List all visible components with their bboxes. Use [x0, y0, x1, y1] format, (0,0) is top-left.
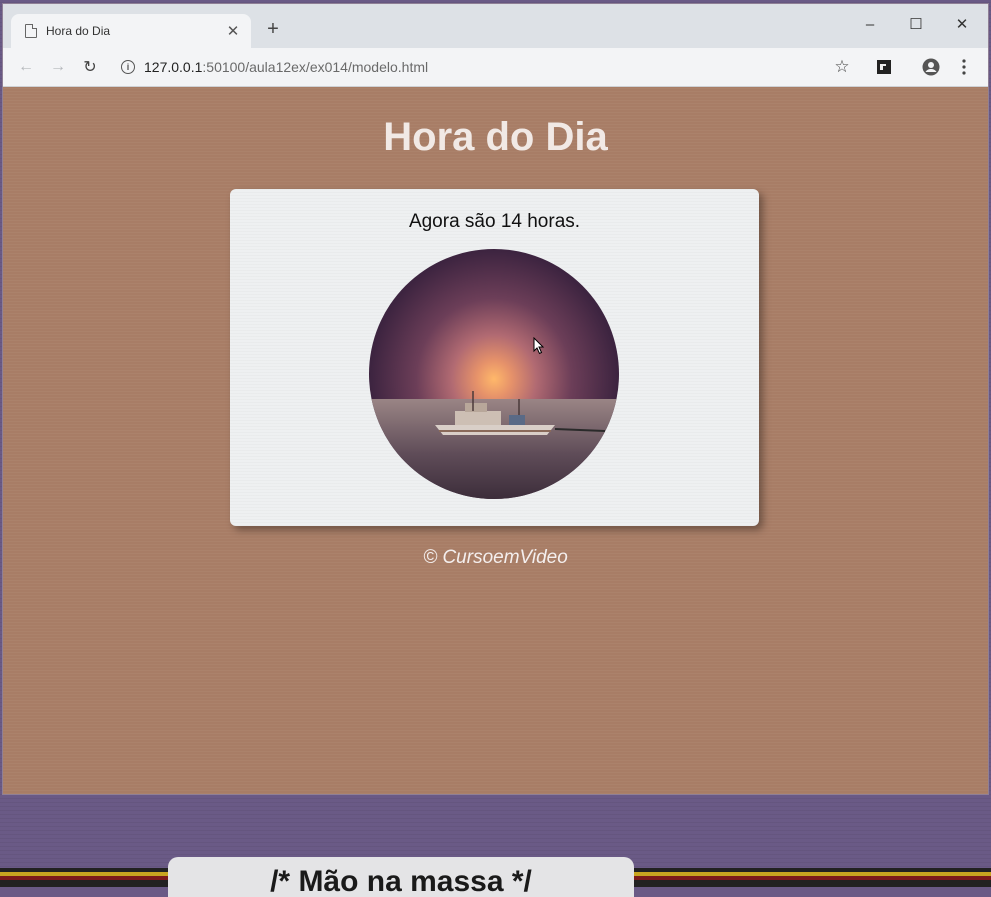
maximize-button[interactable]: ☐ — [899, 10, 933, 38]
tab-close-icon[interactable]: ✕ — [225, 22, 241, 40]
copyright-footer: © CursoemVideo — [423, 547, 568, 568]
tab-title: Hora do Dia — [46, 24, 111, 38]
title-bar: Hora do Dia ✕ + – ☐ ✕ — [3, 4, 988, 48]
forward-button[interactable]: → — [47, 56, 69, 78]
page-title: Hora do Dia — [383, 115, 608, 159]
time-card: Agora são 14 horas. — [230, 189, 759, 526]
url-text: 127.0.0.1:50100/aula12ex/ex014/modelo.ht… — [144, 59, 429, 75]
reload-button[interactable]: ↻ — [79, 56, 101, 78]
menu-kebab-icon[interactable] — [953, 56, 975, 78]
profile-icon[interactable] — [920, 56, 942, 78]
minimize-button[interactable]: – — [853, 10, 887, 38]
mouse-cursor-icon — [533, 337, 545, 355]
bookmark-star-icon[interactable]: ☆ — [831, 56, 853, 78]
info-icon[interactable]: i — [121, 60, 135, 74]
time-message: Agora são 14 horas. — [408, 211, 581, 232]
document-icon — [25, 24, 37, 38]
close-window-button[interactable]: ✕ — [945, 10, 979, 38]
sunset-boat-image — [369, 249, 619, 499]
address-bar[interactable]: i 127.0.0.1:50100/aula12ex/ex014/modelo.… — [115, 54, 863, 80]
browser-window: Hora do Dia ✕ + – ☐ ✕ ← → ↻ i 127.0.0.1:… — [3, 4, 988, 794]
page-content: Hora do Dia Agora são 14 horas. © Cursoe… — [3, 87, 988, 794]
new-tab-button[interactable]: + — [263, 18, 283, 41]
tab-hora-do-dia[interactable]: Hora do Dia ✕ — [11, 14, 251, 48]
boat-icon — [435, 391, 606, 435]
browser-toolbar: ← → ↻ i 127.0.0.1:50100/aula12ex/ex014/m… — [3, 48, 988, 87]
extension-icon[interactable] — [873, 56, 895, 78]
back-button[interactable]: ← — [15, 56, 37, 78]
banner-label: /* Mão na massa */ — [270, 865, 532, 897]
mao-na-massa-banner: /* Mão na massa */ — [168, 857, 634, 897]
